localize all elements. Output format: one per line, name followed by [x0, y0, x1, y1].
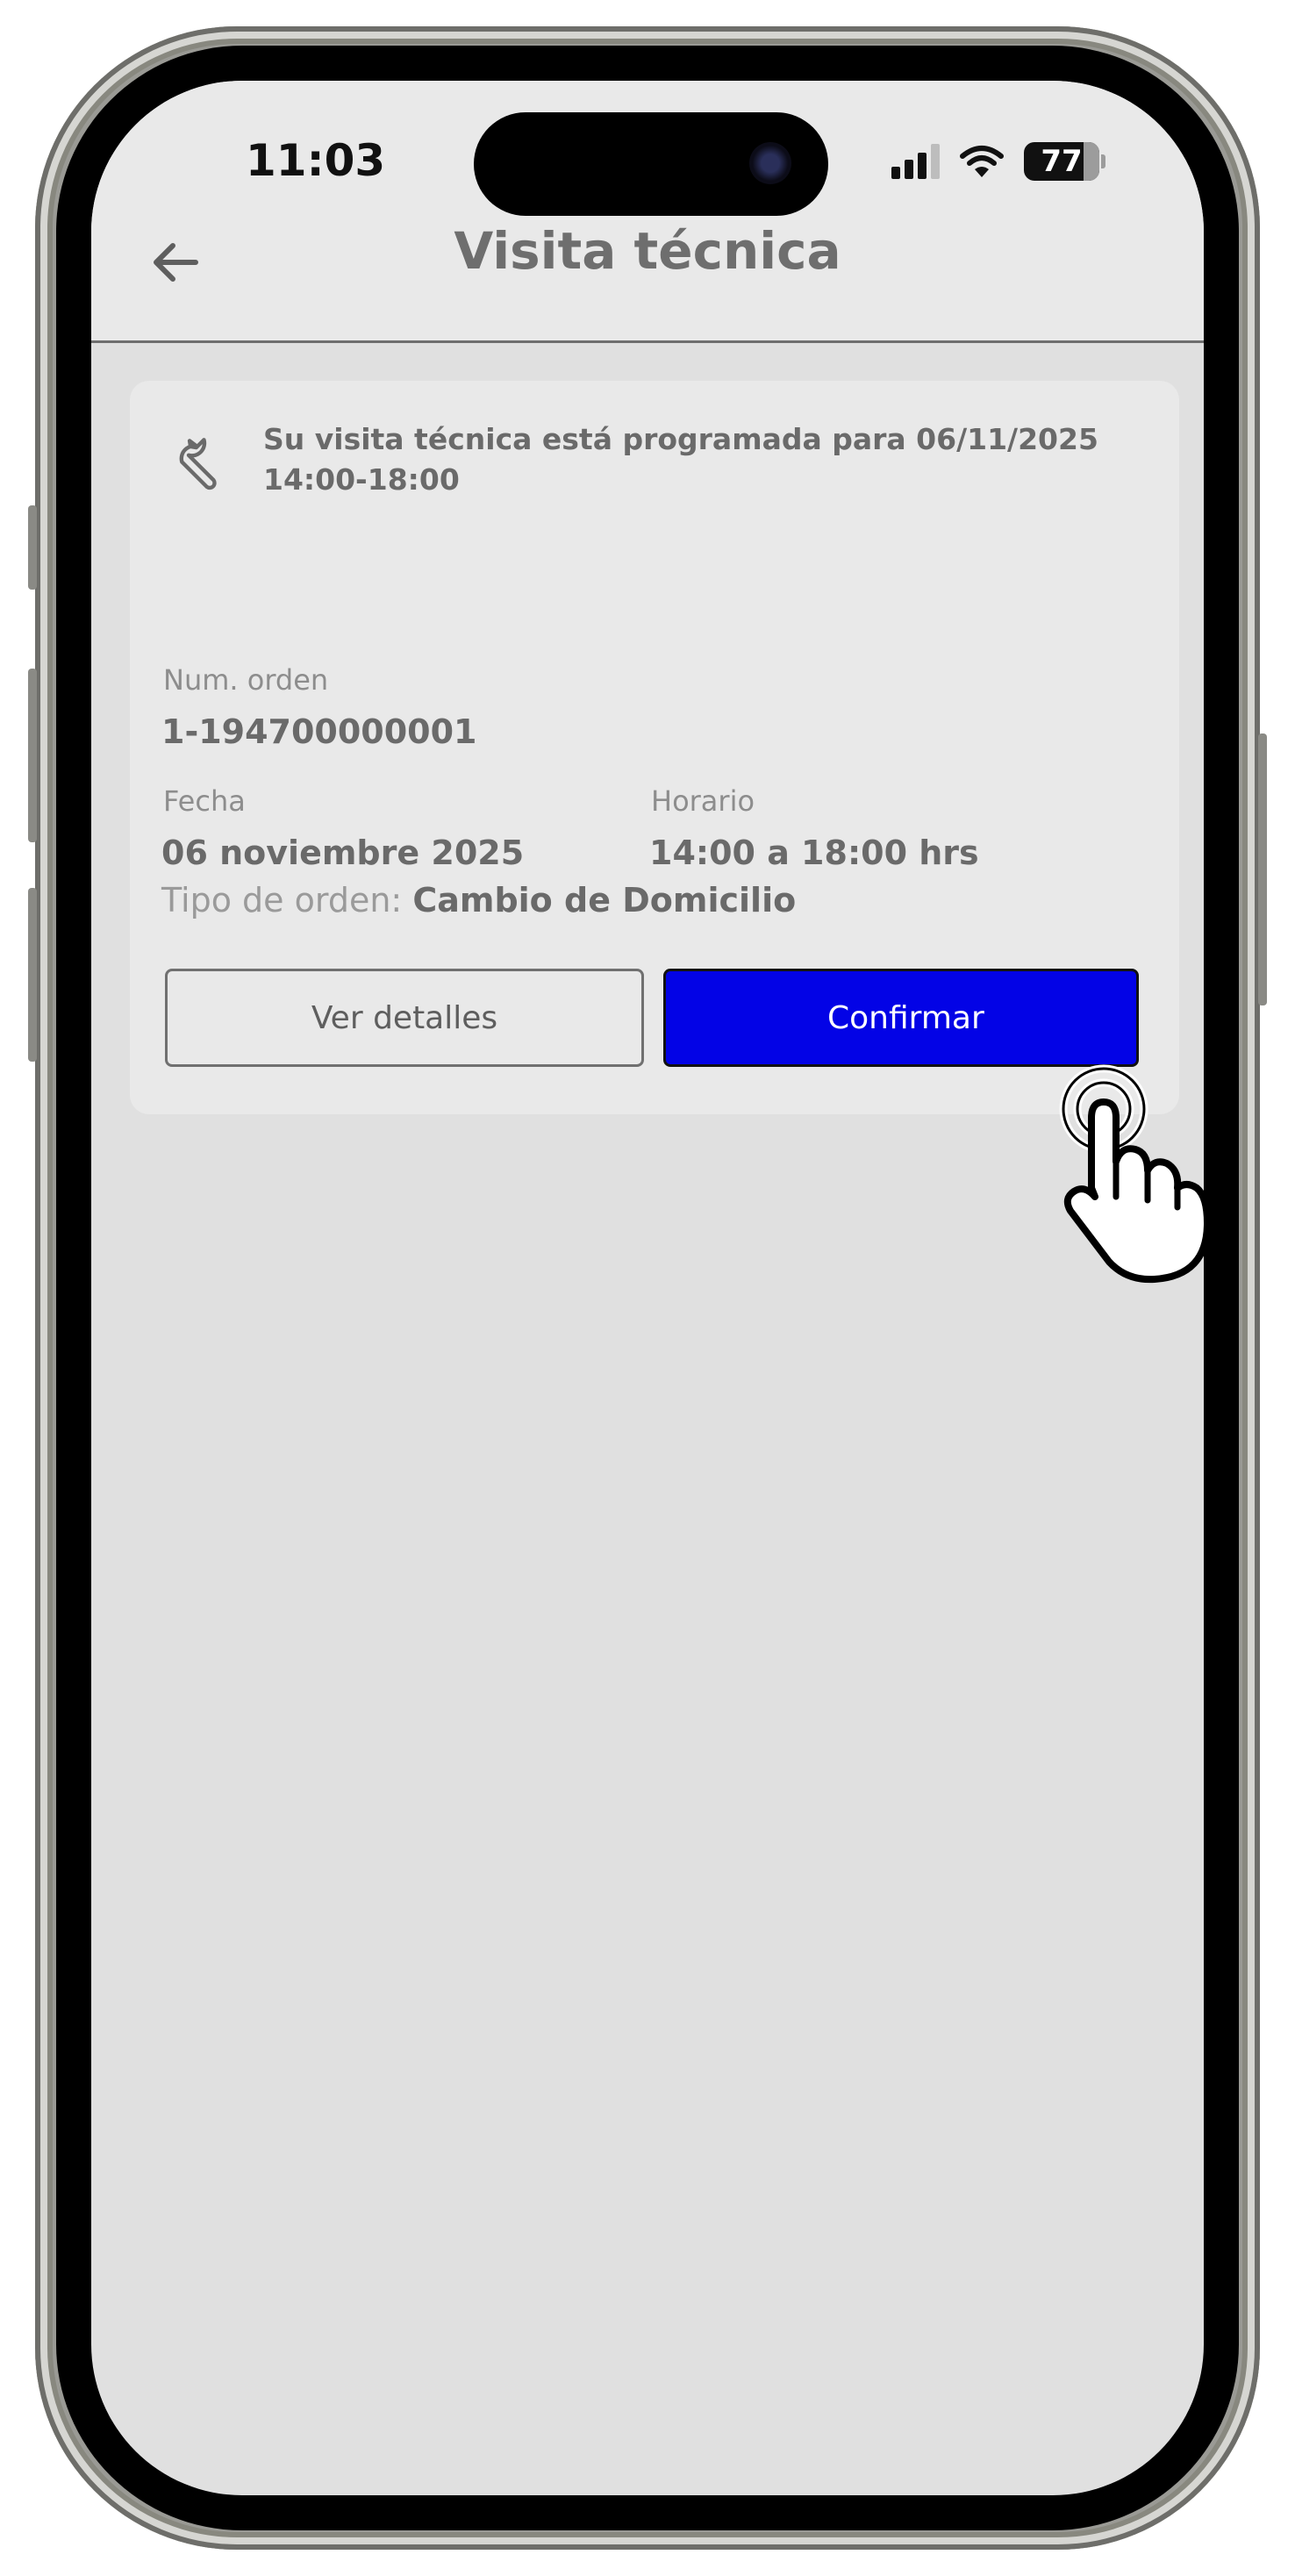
confirm-button[interactable]: Confirmar: [663, 969, 1139, 1067]
side-button: [28, 888, 37, 1062]
page-title: Visita técnica: [454, 221, 841, 281]
date-label: Fecha: [163, 784, 246, 818]
wrench-icon: [179, 438, 217, 490]
view-details-button[interactable]: Ver detalles: [165, 969, 644, 1067]
time-value: 14:00 a 18:00 hrs: [649, 834, 979, 872]
confirm-button-label: Confirmar: [827, 999, 984, 1036]
visit-card: Su visita técnica está programada para 0…: [130, 381, 1179, 1114]
side-button: [28, 669, 37, 842]
battery-level: 77: [1041, 144, 1083, 179]
date-value: 06 noviembre 2025: [161, 834, 525, 872]
camera-icon: [749, 142, 791, 184]
side-button: [1258, 733, 1267, 1005]
order-value: 1-194700000001: [161, 712, 477, 751]
battery-icon: 77: [1024, 142, 1099, 181]
battery-tip: [1101, 154, 1105, 168]
order-type-value: Cambio de Domicilio: [412, 881, 797, 919]
visit-alert: Su visita técnica está programada para 0…: [168, 419, 1144, 500]
signal-icon: [891, 144, 940, 179]
order-type-label: Tipo de orden:: [161, 881, 403, 919]
alert-text: Su visita técnica está programada para 0…: [263, 422, 1098, 497]
screen: 11:03 77 Visita técnica Su visita técnic…: [91, 81, 1204, 2495]
order-label: Num. orden: [163, 663, 329, 697]
side-button: [28, 505, 37, 590]
dynamic-island: [474, 112, 828, 216]
wifi-icon: [960, 146, 1004, 177]
status-time: 11:03: [246, 135, 386, 186]
status-icons: 77: [891, 142, 1105, 181]
time-label: Horario: [651, 784, 755, 818]
order-type: Tipo de orden: Cambio de Domicilio: [161, 881, 796, 919]
tap-hand-icon: [1059, 1064, 1204, 1284]
top-bar: 11:03 77 Visita técnica: [91, 81, 1204, 343]
